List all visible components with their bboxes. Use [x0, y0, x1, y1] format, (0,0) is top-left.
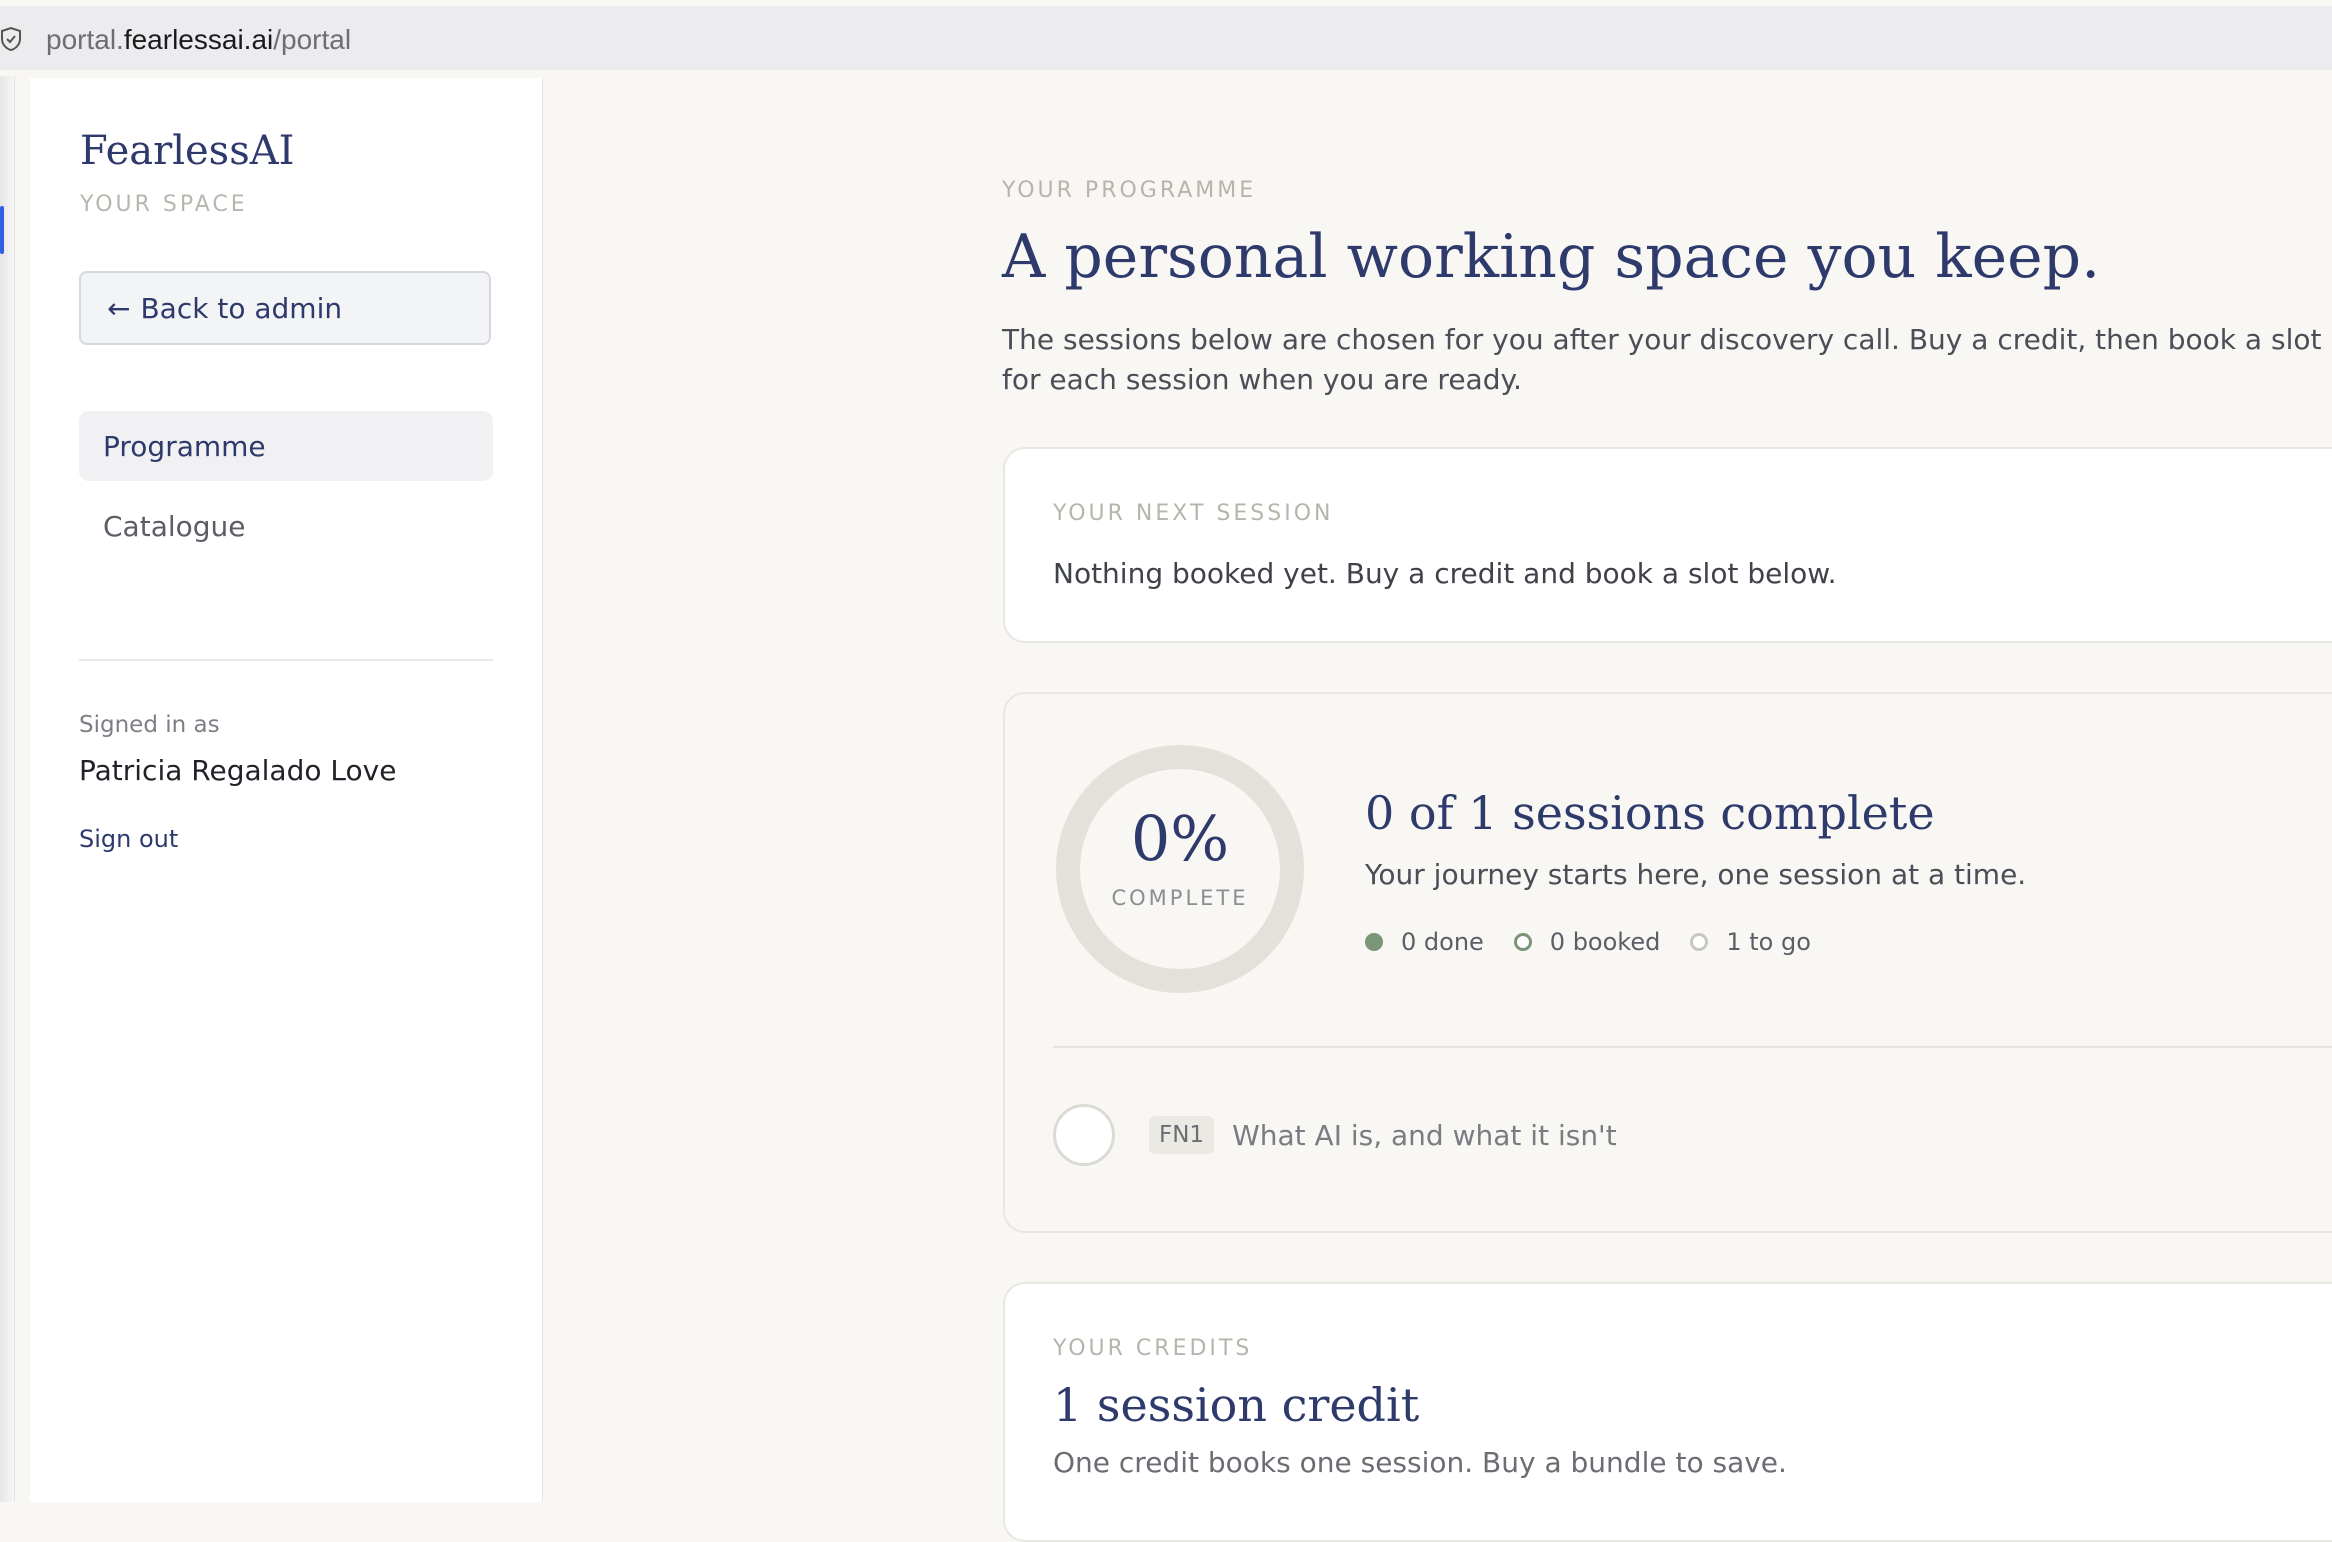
progress-subtitle: Your journey starts here, one session at… [1365, 858, 2027, 891]
progress-title: 0 of 1 sessions complete [1365, 786, 1935, 840]
sidebar: FearlessAI YOUR SPACE ← Back to admin Pr… [30, 78, 543, 1502]
sign-out-link[interactable]: Sign out [79, 825, 178, 853]
to-go-dot-icon [1690, 933, 1709, 951]
next-session-card: YOUR NEXT SESSION Nothing booked yet. Bu… [1003, 447, 2332, 643]
progress-card: 0% COMPLETE 0 of 1 sessions complete You… [1003, 692, 2332, 1233]
legend-booked: 0 booked [1513, 928, 1661, 956]
credits-subtitle: One credit books one session. Buy a bund… [1053, 1446, 1787, 1479]
progress-legend: 0 done 0 booked 1 to go [1365, 928, 1841, 956]
legend-booked-label: 0 booked [1549, 928, 1661, 956]
url-path: /portal [273, 24, 352, 55]
signed-in-label: Signed in as [79, 712, 220, 738]
credits-eyebrow: YOUR CREDITS [1053, 1336, 1253, 1361]
url-prefix: portal. [46, 24, 124, 55]
session-status-circle[interactable] [1053, 1104, 1115, 1166]
legend-to-go: 1 to go [1690, 928, 1811, 956]
next-session-text: Nothing booked yet. Buy a credit and boo… [1053, 557, 1837, 590]
url-text[interactable]: portal.fearlessai.ai/portal [46, 24, 351, 56]
url-host: fearlessai.ai [123, 24, 274, 55]
section-eyebrow: YOUR PROGRAMME [1002, 178, 1257, 203]
shield-icon [0, 26, 21, 52]
brand-logo[interactable]: FearlessAI [80, 128, 294, 174]
back-to-admin-button[interactable]: ← Back to admin [79, 271, 491, 345]
page-description: The sessions below are chosen for you af… [1002, 323, 2322, 396]
progress-complete-label: COMPLETE [1111, 886, 1249, 910]
legend-to-go-label: 1 to go [1726, 928, 1811, 956]
browser-side-panel [0, 76, 15, 1502]
sidebar-item-programme[interactable]: Programme [79, 411, 493, 481]
session-code-badge: FN1 [1149, 1116, 1215, 1154]
booked-dot-icon [1513, 933, 1532, 951]
tab-indicator [0, 206, 4, 254]
progress-percent: 0% [1130, 802, 1230, 875]
session-row[interactable]: FN1 What AI is, and what it isn't [1053, 1104, 1617, 1166]
legend-done-label: 0 done [1401, 928, 1484, 956]
sidebar-divider [79, 659, 493, 661]
browser-address-bar[interactable]: portal.fearlessai.ai/portal [0, 6, 2332, 70]
user-name: Patricia Regalado Love [79, 754, 397, 787]
back-to-admin-label: Back to admin [140, 291, 343, 325]
legend-done: 0 done [1365, 928, 1484, 956]
credits-card: YOUR CREDITS 1 session credit One credit… [1003, 1282, 2332, 1542]
next-session-eyebrow: YOUR NEXT SESSION [1053, 501, 1334, 526]
session-title[interactable]: What AI is, and what it isn't [1232, 1119, 1617, 1152]
sidebar-item-catalogue[interactable]: Catalogue [79, 491, 493, 561]
credits-title: 1 session credit [1053, 1378, 1420, 1432]
progress-divider [1053, 1046, 2332, 1048]
page-title: A personal working space you keep. [1002, 222, 2101, 292]
arrow-left-icon: ← [107, 291, 131, 325]
brand-subtitle: YOUR SPACE [80, 192, 248, 217]
done-dot-icon [1365, 933, 1383, 951]
